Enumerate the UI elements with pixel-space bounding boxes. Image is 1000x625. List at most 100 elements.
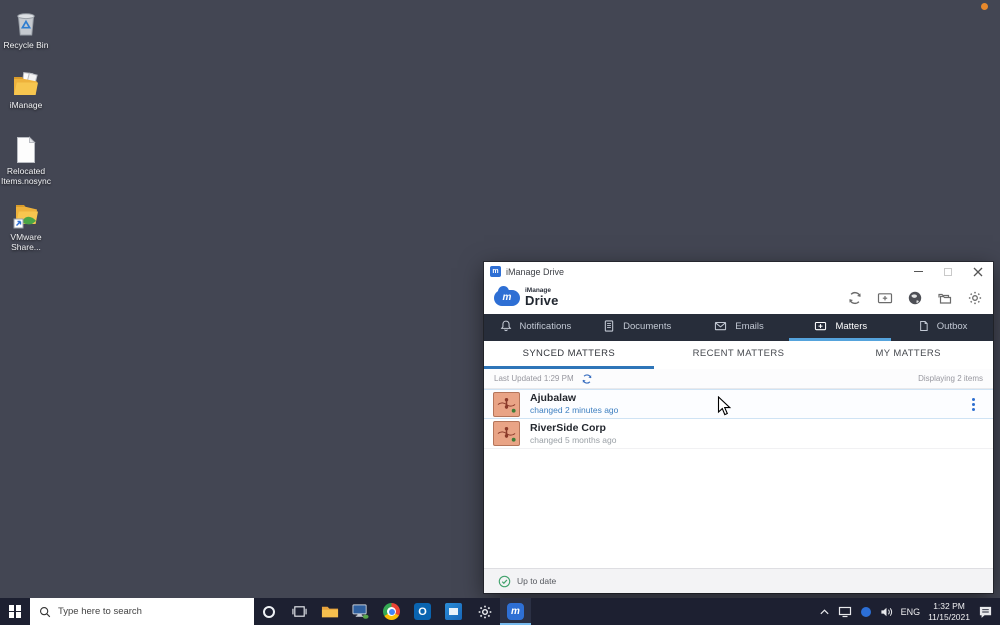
taskbar-computer[interactable]	[345, 598, 376, 625]
chrome-icon	[383, 603, 400, 620]
main-tabbar: Notifications Documents Emails Matters	[484, 314, 993, 341]
window-title: iManage Drive	[506, 267, 903, 277]
taskbar-photos[interactable]	[438, 598, 469, 625]
list-header: Last Updated 1:29 PM Displaying 2 items	[484, 369, 993, 389]
search-icon	[39, 606, 51, 618]
system-tray: ENG 1:32 PM 11/15/2021	[819, 601, 1000, 622]
imanage-drive-logo: m iManage Drive	[494, 288, 559, 308]
task-view-icon	[292, 604, 307, 619]
globe-icon	[907, 290, 923, 306]
product-name: Drive	[525, 294, 559, 307]
cortana-button[interactable]	[254, 598, 284, 625]
envelope-icon	[713, 319, 728, 333]
refresh-icon[interactable]	[581, 373, 593, 385]
subtab-label: MY MATTERS	[875, 348, 940, 359]
subtab-my-matters[interactable]: MY MATTERS	[823, 341, 993, 369]
matter-row-ajubalaw[interactable]: Ajubalaw changed 2 minutes ago	[484, 389, 993, 419]
taskbar-chrome[interactable]	[376, 598, 407, 625]
subtab-recent-matters[interactable]: RECENT MATTERS	[654, 341, 824, 369]
bell-icon	[499, 319, 513, 333]
minimize-icon	[914, 271, 923, 272]
search-input[interactable]	[58, 606, 228, 617]
clock-date: 11/15/2021	[928, 612, 970, 623]
tab-matters[interactable]: Matters	[789, 314, 891, 341]
matter-box-icon	[813, 319, 828, 333]
imanage-drive-icon: m	[507, 603, 524, 620]
subtab-synced-matters[interactable]: SYNCED MATTERS	[484, 341, 654, 369]
desktop-icon-label: Recycle Bin	[0, 41, 53, 51]
matters-subtabs: SYNCED MATTERS RECENT MATTERS MY MATTERS	[484, 341, 993, 369]
cortana-icon	[263, 606, 275, 618]
desktop-icon-label: VMware Share...	[0, 233, 53, 253]
taskbar-settings[interactable]	[469, 598, 500, 625]
language-indicator[interactable]: ENG	[901, 607, 921, 617]
row-menu-kebab-icon[interactable]	[969, 395, 978, 414]
folders-icon	[936, 290, 953, 306]
action-center-icon[interactable]	[978, 605, 993, 619]
desktop-icon-relocated-items[interactable]: Relocated Items.nosync	[0, 134, 54, 187]
windows-logo-icon	[9, 605, 22, 618]
subtab-label: SYNCED MATTERS	[523, 348, 616, 359]
matter-row-riverside-corp[interactable]: RiverSide Corp changed 5 months ago	[484, 419, 993, 449]
tab-notifications[interactable]: Notifications	[484, 314, 586, 341]
start-button[interactable]	[0, 598, 30, 625]
document-icon	[602, 319, 616, 333]
sync-status-text: Up to date	[517, 576, 556, 586]
tray-volume-icon[interactable]	[880, 606, 893, 618]
settings-button[interactable]	[966, 289, 983, 306]
taskbar-file-explorer[interactable]	[314, 598, 345, 625]
desktop-icon-recycle-bin[interactable]: Recycle Bin	[0, 8, 54, 51]
matter-name: Ajubalaw	[530, 392, 618, 405]
taskbar-search[interactable]	[30, 598, 254, 625]
desktop-icon-label: iManage	[0, 101, 53, 111]
computer-icon	[351, 603, 370, 620]
tray-chevron-up-icon[interactable]	[819, 607, 830, 617]
matter-changed: changed 2 minutes ago	[530, 405, 618, 416]
tab-documents[interactable]: Documents	[586, 314, 688, 341]
add-matter-button[interactable]	[876, 289, 893, 306]
outbox-page-icon	[917, 319, 930, 333]
matter-icon	[493, 392, 520, 417]
photos-icon	[445, 603, 462, 620]
maximize-button[interactable]	[933, 262, 963, 281]
globe-button[interactable]	[906, 289, 923, 306]
matter-changed: changed 5 months ago	[530, 435, 616, 446]
tab-label: Emails	[735, 321, 764, 332]
sync-button[interactable]	[846, 289, 863, 306]
desktop-icon-label: Relocated Items.nosync	[0, 167, 53, 187]
file-explorer-icon	[321, 604, 339, 620]
tray-display-icon[interactable]	[838, 606, 852, 618]
folder-icon	[11, 68, 41, 98]
tab-outbox[interactable]: Outbox	[891, 314, 993, 341]
tab-label: Notifications	[520, 321, 572, 332]
tab-emails[interactable]: Emails	[688, 314, 790, 341]
taskbar-imanage-drive[interactable]: m	[500, 598, 531, 625]
outlook-icon: O	[414, 603, 431, 620]
folder-shortcut-icon	[11, 200, 41, 230]
app-icon: m	[490, 266, 501, 277]
sync-status-bar: Up to date	[484, 568, 993, 593]
close-button[interactable]	[963, 262, 993, 281]
desktop-icon-vmware-share[interactable]: VMware Share...	[0, 200, 54, 253]
taskbar-clock[interactable]: 1:32 PM 11/15/2021	[928, 601, 970, 622]
recycle-bin-icon	[13, 8, 39, 38]
tab-label: Matters	[835, 321, 867, 332]
matter-name: RiverSide Corp	[530, 422, 616, 435]
settings-gear-icon	[967, 290, 983, 306]
folders-button[interactable]	[936, 289, 953, 306]
window-header: m iManage Drive	[484, 281, 993, 314]
minimize-button[interactable]	[903, 262, 933, 281]
tray-onedrive-icon[interactable]	[860, 606, 872, 618]
header-toolbar	[846, 289, 983, 306]
maximize-icon	[944, 268, 952, 276]
settings-gear-icon	[477, 604, 493, 620]
task-view-button[interactable]	[284, 598, 314, 625]
window-titlebar[interactable]: m iManage Drive	[484, 262, 993, 281]
add-matter-icon	[877, 290, 893, 306]
tab-label: Documents	[623, 321, 671, 332]
matters-list: Ajubalaw changed 2 minutes ago RiverSide…	[484, 389, 993, 568]
displaying-count-text: Displaying 2 items	[918, 374, 983, 383]
desktop-icon-imanage[interactable]: iManage	[0, 68, 54, 111]
taskbar-outlook[interactable]: O	[407, 598, 438, 625]
document-icon	[15, 134, 37, 164]
